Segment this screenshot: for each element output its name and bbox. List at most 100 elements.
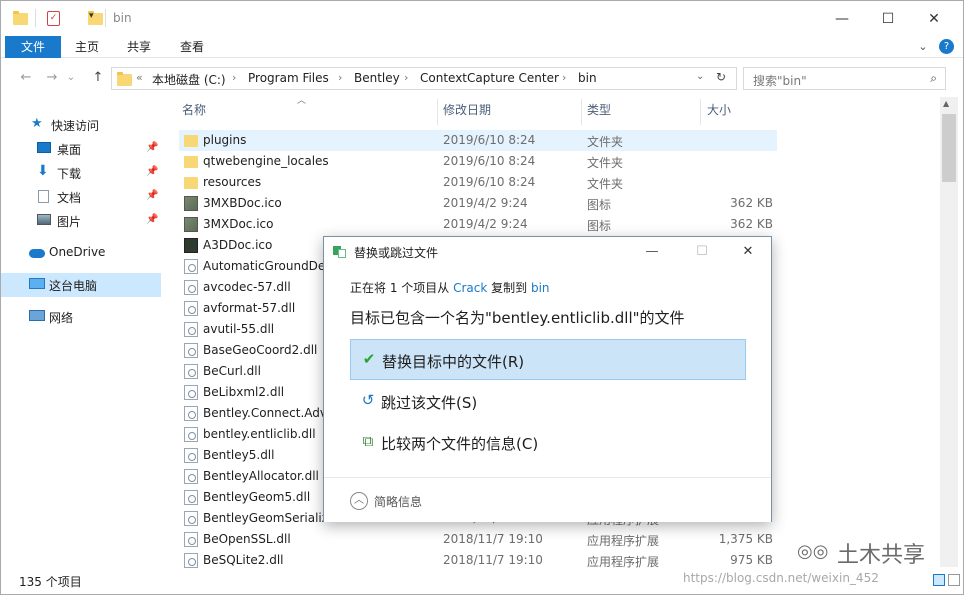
cloud-icon xyxy=(29,249,45,258)
dll-file-icon xyxy=(184,490,198,505)
file-type: 文件夹 xyxy=(587,156,624,170)
minimize-button[interactable]: — xyxy=(819,1,865,36)
pin-icon[interactable]: 📌 xyxy=(146,190,158,201)
breadcrumb-separator: › xyxy=(232,71,237,84)
breadcrumb-separator: › xyxy=(562,71,567,84)
dialog-maximize-button: ☐ xyxy=(696,244,708,259)
dll-file-icon xyxy=(184,385,198,400)
source-folder-link[interactable]: Crack xyxy=(453,281,487,295)
sidebar-item-downloads[interactable]: ⬇ 下载 📌 xyxy=(1,161,161,185)
file-size: 975 KB xyxy=(730,553,773,567)
quick-access-dropdown-icon[interactable]: ▾ xyxy=(89,11,105,27)
breadcrumb-contextcapture[interactable]: ContextCapture Center xyxy=(420,71,559,85)
tab-view[interactable]: 查看 xyxy=(167,36,217,58)
pictures-icon xyxy=(37,214,51,225)
file-row[interactable]: plugins 2019/6/10 8:24 文件夹 xyxy=(179,130,777,151)
file-type: 图标 xyxy=(587,219,612,233)
skip-file-label: 跳过该文件(S) xyxy=(381,394,478,412)
documents-icon xyxy=(38,190,49,203)
sidebar-item-label: 桌面 xyxy=(57,143,82,157)
file-row[interactable]: 3MXBDoc.ico 2019/4/2 9:24 图标 362 KB xyxy=(179,193,777,214)
dialog-footer: ︿ 简略信息 xyxy=(324,477,771,522)
sidebar-item-documents[interactable]: 文档 📌 xyxy=(1,185,161,209)
dll-file-icon xyxy=(184,343,198,358)
skip-file-option[interactable]: ↺ 跳过该文件(S) xyxy=(350,381,746,422)
sidebar-item-quick-access[interactable]: ★ 快速访问 xyxy=(1,113,161,137)
file-row[interactable]: BeSQLite2.dll 2018/11/7 19:10 应用程序扩展 975 KB xyxy=(179,550,777,571)
column-divider[interactable] xyxy=(700,99,701,125)
file-name: 3MXDoc.ico xyxy=(203,217,274,231)
file-row[interactable]: BeOpenSSL.dll 2018/11/7 19:10 应用程序扩展 1,375 … xyxy=(179,529,777,550)
sidebar-item-label: 图片 xyxy=(57,215,82,229)
file-name: 3MXBDoc.ico xyxy=(203,196,282,210)
maximize-button[interactable]: ☐ xyxy=(865,1,911,36)
pin-icon[interactable]: 📌 xyxy=(146,166,158,177)
dll-file-icon xyxy=(184,280,198,295)
tab-share[interactable]: 共享 xyxy=(115,36,163,58)
sidebar-item-this-pc[interactable]: 这台电脑 xyxy=(1,273,161,297)
close-button[interactable]: ✕ xyxy=(911,1,957,36)
address-dropdown-icon[interactable]: ⌄ xyxy=(696,71,704,82)
up-button[interactable]: ↑ xyxy=(89,69,107,87)
properties-icon[interactable]: ✓ xyxy=(47,11,60,26)
scroll-up-arrow[interactable]: ▲ xyxy=(943,99,949,108)
file-row[interactable]: qtwebengine_locales 2019/6/10 8:24 文件夹 xyxy=(179,151,777,172)
refresh-button[interactable]: ↻ xyxy=(716,70,726,84)
details-view-icon[interactable] xyxy=(933,574,945,586)
forward-button[interactable]: → xyxy=(43,69,61,87)
column-header-name[interactable]: 名称 xyxy=(182,101,206,121)
help-icon[interactable]: ? xyxy=(939,39,954,54)
column-header-type[interactable]: 类型 xyxy=(587,101,611,121)
destination-folder-link[interactable]: bin xyxy=(531,281,550,295)
file-type: 应用程序扩展 xyxy=(587,534,660,548)
fewer-details-link[interactable]: 简略信息 xyxy=(374,493,422,510)
sidebar-item-pictures[interactable]: 图片 📌 xyxy=(1,209,161,233)
dialog-title: 替换或跳过文件 xyxy=(354,246,439,260)
column-divider[interactable] xyxy=(437,99,438,125)
file-type: 文件夹 xyxy=(587,177,624,191)
scrollbar-thumb[interactable] xyxy=(942,114,956,182)
computer-icon xyxy=(29,278,45,289)
sidebar-item-onedrive[interactable]: OneDrive xyxy=(1,241,161,265)
back-button[interactable]: ← xyxy=(17,69,35,87)
tab-file[interactable]: 文件 xyxy=(5,36,61,58)
dialog-minimize-button[interactable]: — xyxy=(638,241,666,263)
pin-icon[interactable]: 📌 xyxy=(146,142,158,153)
replace-file-option[interactable]: ✔ 替换目标中的文件(R) xyxy=(350,339,746,380)
chevron-down-icon[interactable]: ⌄ xyxy=(915,36,931,58)
sort-ascending-icon: ︿ xyxy=(297,96,307,106)
dll-file-icon xyxy=(184,364,198,379)
breadcrumb-bentley[interactable]: Bentley xyxy=(354,71,400,85)
file-row[interactable]: resources 2019/6/10 8:24 文件夹 xyxy=(179,172,777,193)
sidebar-item-network[interactable]: 网络 xyxy=(1,305,161,329)
dll-file-icon xyxy=(184,406,198,421)
breadcrumb-program-files[interactable]: Program Files xyxy=(248,71,329,85)
title-bar: ✓ ▾ bin — ☐ ✕ xyxy=(1,1,963,36)
recent-locations-button[interactable]: ⌄ xyxy=(65,69,77,87)
explorer-window: ✓ ▾ bin — ☐ ✕ 文件 主页 共享 查看 ⌄ ? ← → ⌄ ↑ « … xyxy=(0,0,964,595)
file-row[interactable]: 3MXDoc.ico 2019/4/2 9:24 图标 362 KB xyxy=(179,214,777,235)
dll-file-icon xyxy=(184,259,198,274)
pin-icon[interactable]: 📌 xyxy=(146,214,158,225)
column-header-date[interactable]: 修改日期 xyxy=(443,101,491,121)
compare-files-option[interactable]: ⧉ 比较两个文件的信息(C) xyxy=(350,422,746,463)
search-input[interactable]: 搜索"bin" xyxy=(753,72,807,89)
file-date: 2019/6/10 8:24 xyxy=(443,175,536,189)
large-icons-view-icon[interactable] xyxy=(948,574,960,586)
column-divider[interactable] xyxy=(581,99,582,125)
dll-file-icon xyxy=(184,427,198,442)
address-bar[interactable]: « 本地磁盘 (C:) › Program Files › Bentley › … xyxy=(111,67,737,90)
collapse-details-icon[interactable]: ︿ xyxy=(350,492,368,510)
dialog-close-button[interactable]: ✕ xyxy=(734,241,762,263)
tab-home[interactable]: 主页 xyxy=(63,36,111,58)
folder-icon xyxy=(184,177,198,189)
breadcrumb-overflow[interactable]: « xyxy=(136,71,143,84)
file-name: Bentley5.dll xyxy=(203,448,275,462)
window-title: bin xyxy=(113,11,132,25)
breadcrumb-drive[interactable]: 本地磁盘 (C:) xyxy=(152,71,226,88)
breadcrumb-bin[interactable]: bin xyxy=(578,71,597,85)
sidebar-item-desktop[interactable]: 桌面 📌 xyxy=(1,137,161,161)
search-box[interactable]: 搜索"bin" ⌕ xyxy=(743,67,946,90)
column-header-size[interactable]: 大小 xyxy=(707,101,731,121)
separator xyxy=(35,9,47,27)
